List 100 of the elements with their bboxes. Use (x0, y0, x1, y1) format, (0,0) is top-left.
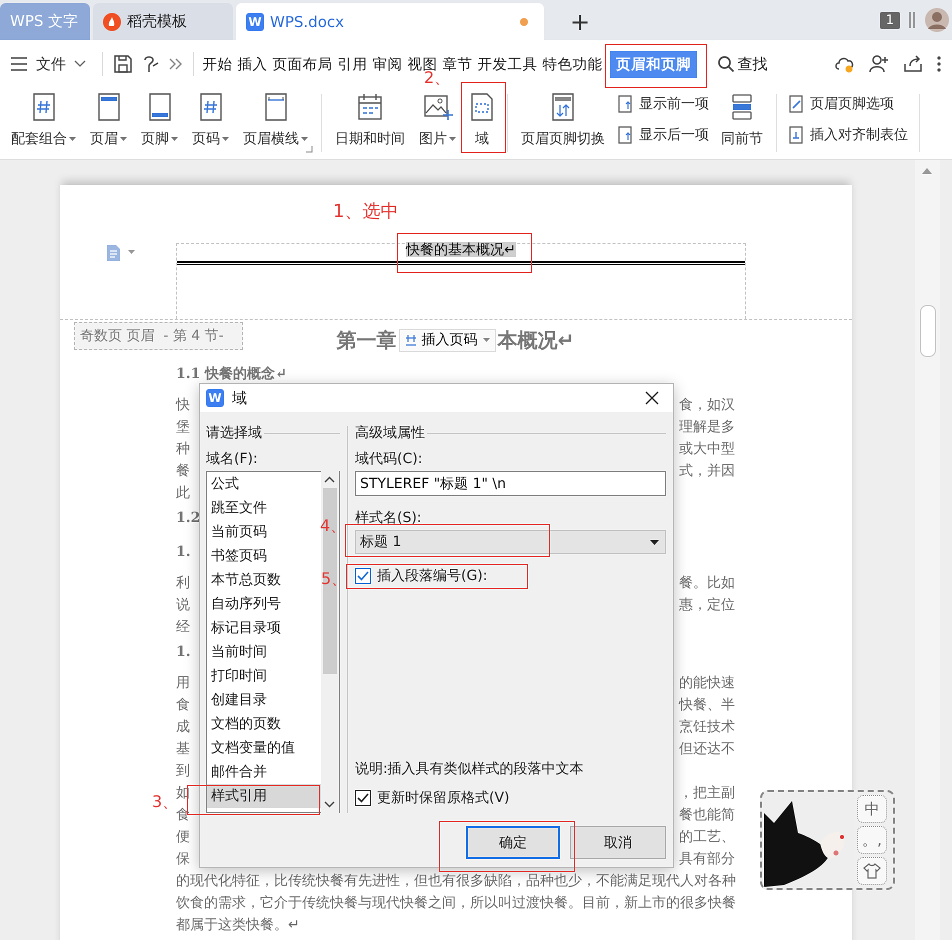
page-hash-icon (32, 92, 56, 122)
header-options-icon[interactable] (106, 244, 136, 262)
ribbon-tab[interactable]: 章节 (442, 50, 474, 78)
list-item[interactable]: 本节总页数 (207, 568, 321, 592)
list-item[interactable]: 创建目录 (207, 688, 321, 712)
check-icon (357, 571, 369, 581)
list-item[interactable]: 文档的页数 (207, 712, 321, 736)
list-item[interactable]: 样式引用 (207, 784, 321, 808)
field-list[interactable]: 公式 跳至文件 当前页码 书签页码 本节总页数 自动序列号 标记目录项 当前时间 打印时间 创建目录 文档的页数 文档变量的值 邮件合并 样式引用 (206, 471, 321, 813)
file-menu-button[interactable]: 文件 (10, 54, 96, 74)
document-tab[interactable]: 稻壳模板 (93, 3, 233, 40)
list-item[interactable]: 书签页码 (207, 544, 321, 568)
body-text: 烹饪技术 (679, 718, 735, 737)
ribbon-button[interactable]: 页眉横线 (236, 91, 315, 153)
checkbox-label[interactable]: 插入段落编号(G): (377, 567, 488, 585)
checkbox-label[interactable]: 更新时保留原格式(V) (377, 789, 510, 807)
annotation-text: 4、 (320, 516, 346, 537)
list-item[interactable]: 跳至文件 (207, 496, 321, 520)
page-hash-icon (198, 92, 222, 122)
checkbox[interactable] (355, 568, 371, 584)
dialog-button[interactable]: 确定 (466, 826, 560, 859)
skin-button[interactable] (857, 857, 887, 885)
body-text: 餐。比如 (679, 574, 735, 593)
ribbon-button[interactable]: 页眉页脚选项 (788, 88, 908, 119)
ribbon-button[interactable]: 域 (463, 91, 501, 153)
ribbon-button[interactable]: 显示前一项 (617, 88, 709, 119)
body-text: 利 (176, 574, 190, 593)
style-dropdown[interactable]: 标题 1 (355, 530, 666, 554)
avatar-icon[interactable] (924, 7, 950, 33)
body-text: 此 (176, 484, 190, 503)
stacked-bars-icon (730, 92, 754, 122)
ribbon-tab[interactable]: 插入 (236, 50, 268, 78)
ribbon-tab[interactable]: 开发工具 (476, 50, 538, 78)
body-text: 餐 (176, 462, 190, 481)
page-bottom-band-icon (148, 92, 172, 122)
section-heading: 1. (176, 644, 191, 660)
dialog-button[interactable]: 取消 (570, 826, 666, 859)
body-text: 堡 (176, 418, 190, 437)
ribbon-tab[interactable]: 页面布局 (272, 50, 334, 78)
body-text: 但还达不 (679, 740, 735, 759)
search-button[interactable]: 查找 (716, 54, 768, 74)
annotation-text: 1、选中 (333, 200, 398, 224)
body-text: 的工艺、 (679, 828, 735, 847)
ribbon-button[interactable]: 配套组合 (4, 91, 83, 153)
close-icon[interactable] (645, 391, 659, 405)
ribbon-tab[interactable]: 引用 (336, 50, 368, 78)
page-top-band-icon (96, 92, 120, 122)
body-text: 快餐、半 (679, 696, 735, 715)
list-item[interactable]: 当前时间 (207, 640, 321, 664)
ribbon-button[interactable]: 页脚 (134, 91, 185, 153)
document-tab[interactable]: W WPS.docx (236, 3, 544, 40)
scrollbar[interactable] (915, 160, 940, 940)
save-icon[interactable] (113, 54, 133, 74)
list-item[interactable]: 自动序列号 (207, 592, 321, 616)
list-item[interactable]: 当前页码 (207, 520, 321, 544)
field-code-input[interactable]: STYLEREF "标题 1" \n (355, 471, 666, 496)
add-user-icon[interactable] (868, 54, 890, 74)
body-text: 经 (176, 618, 190, 637)
share-icon[interactable] (902, 54, 924, 74)
ribbon-button[interactable]: 同前节 (714, 91, 770, 153)
checkbox[interactable] (355, 790, 371, 806)
body-text: 用 (176, 674, 190, 693)
ribbon-button[interactable]: 页眉页脚切换 (514, 91, 612, 153)
list-item[interactable]: 公式 (207, 472, 321, 496)
search-icon (716, 55, 734, 73)
list-item[interactable]: 标记目录项 (207, 616, 321, 640)
page-pencil-icon (788, 94, 804, 112)
ribbon-button[interactable]: 日期和时间 (328, 91, 412, 153)
ribbon-tab[interactable]: 开始 (202, 50, 234, 78)
calendar-icon (357, 92, 383, 122)
more-icon[interactable] (936, 55, 942, 73)
body-text: 餐也能简 (679, 806, 735, 825)
body-text: 的现代化特征，比传统快餐有先进性，但也有很多缺陷，品种也少，不能满足现代人对各种 (176, 872, 735, 891)
list-item[interactable]: 文档变量的值 (207, 736, 321, 760)
ime-key[interactable]: 。, (857, 826, 887, 854)
list-item[interactable]: 邮件合并 (207, 760, 321, 784)
caret-icon (482, 338, 490, 342)
ribbon-button[interactable]: 页码 (185, 91, 236, 153)
ribbon-tab[interactable]: 审阅 (372, 50, 404, 78)
field-label: 域名(F): (206, 450, 259, 469)
list-item[interactable]: 打印时间 (207, 664, 321, 688)
body-text: 理解是多 (679, 418, 735, 437)
dashed-box-icon (470, 92, 494, 122)
more-chevrons-icon[interactable] (169, 58, 183, 70)
ime-key[interactable]: 中 (857, 795, 887, 823)
new-tab-button[interactable]: + (555, 3, 605, 40)
launcher-icon[interactable] (306, 146, 313, 153)
scroll-thumb[interactable] (920, 305, 936, 357)
chapter-heading: 本概况↵ (498, 326, 574, 354)
header-area[interactable]: 快餐的基本概况↵ (176, 243, 746, 319)
ribbon-tab[interactable]: 特色功能 (542, 50, 604, 78)
ribbon-button[interactable]: 图片 (412, 91, 463, 153)
insert-page-number-button[interactable]: 插入页码 (398, 328, 496, 352)
header-text: 快餐的基本概况↵ (406, 242, 516, 257)
body-text: 惠，定位 (679, 596, 735, 615)
ribbon-button[interactable]: 显示后一项 (617, 119, 709, 150)
ribbon-button[interactable]: 插入对齐制表位 (788, 119, 908, 150)
count-badge[interactable]: 1 (880, 12, 900, 28)
ribbon-button[interactable]: 页眉 (83, 91, 134, 153)
body-text: 保 (176, 850, 190, 869)
